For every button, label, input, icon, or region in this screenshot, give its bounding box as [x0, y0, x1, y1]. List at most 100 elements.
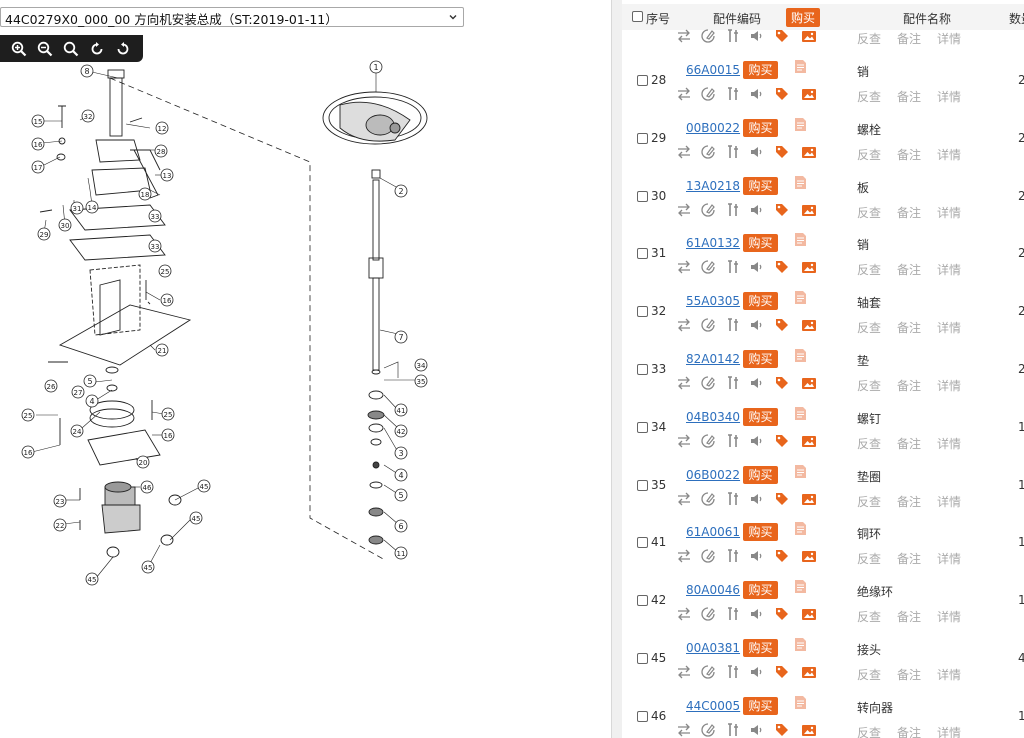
note-link[interactable]: 备注: [897, 666, 921, 683]
callout-5[interactable]: 5: [83, 374, 97, 388]
callout-46[interactable]: 46: [140, 480, 154, 494]
buy-button[interactable]: 购买: [743, 292, 778, 311]
row-checkbox[interactable]: [637, 653, 648, 664]
callout-45[interactable]: 45: [141, 560, 155, 574]
tag-icon[interactable]: [774, 548, 790, 564]
note-link[interactable]: 备注: [897, 435, 921, 452]
callout-17[interactable]: 17: [31, 160, 45, 174]
callout-6[interactable]: 6: [394, 519, 408, 533]
swap-icon[interactable]: [676, 86, 692, 102]
callout-28[interactable]: 28: [154, 144, 168, 158]
swap-icon[interactable]: [676, 548, 692, 564]
swap-icon[interactable]: [676, 259, 692, 275]
buy-button[interactable]: 购买: [743, 350, 778, 368]
speaker-icon[interactable]: [748, 259, 764, 275]
reverse-lookup-link[interactable]: 反查: [857, 724, 881, 738]
edit-icon[interactable]: [700, 28, 716, 44]
callout-3[interactable]: 3: [394, 446, 408, 460]
edit-icon[interactable]: [700, 144, 716, 160]
document-icon[interactable]: [794, 521, 807, 536]
note-link[interactable]: 备注: [897, 146, 921, 163]
buy-button[interactable]: 购买: [743, 523, 778, 542]
part-code-link[interactable]: 61A0061: [686, 525, 740, 539]
tag-icon[interactable]: [774, 606, 790, 622]
row-checkbox[interactable]: [637, 421, 648, 433]
image-icon[interactable]: [801, 548, 817, 564]
detail-link[interactable]: 详情: [937, 550, 961, 567]
tools-icon[interactable]: [726, 433, 742, 449]
callout-4[interactable]: 4: [394, 468, 408, 482]
part-code-link[interactable]: 44C0005: [686, 699, 740, 713]
detail-link[interactable]: 详情: [937, 377, 961, 394]
edit-icon[interactable]: [700, 259, 716, 275]
swap-icon[interactable]: [676, 664, 692, 680]
document-icon[interactable]: [794, 290, 807, 305]
callout-20[interactable]: 20: [136, 455, 150, 469]
tag-icon[interactable]: [774, 433, 790, 449]
part-code-link[interactable]: 00A0381: [686, 641, 740, 655]
reverse-lookup-link[interactable]: 反查: [857, 30, 881, 47]
tag-icon[interactable]: [774, 491, 790, 507]
detail-link[interactable]: 详情: [937, 319, 961, 336]
tag-icon[interactable]: [774, 144, 790, 160]
swap-icon[interactable]: [676, 202, 692, 218]
tools-icon[interactable]: [726, 28, 742, 44]
part-code-link[interactable]: 61A0132: [686, 236, 740, 250]
reverse-lookup-link[interactable]: 反查: [857, 435, 881, 452]
speaker-icon[interactable]: [748, 548, 764, 564]
tools-icon[interactable]: [726, 86, 742, 102]
speaker-icon[interactable]: [748, 664, 764, 680]
callout-29[interactable]: 29: [37, 227, 51, 241]
callout-14[interactable]: 14: [85, 200, 99, 214]
note-link[interactable]: 备注: [897, 204, 921, 221]
callout-25[interactable]: 25: [161, 407, 175, 421]
callout-31[interactable]: 31: [70, 201, 84, 215]
swap-icon[interactable]: [676, 375, 692, 391]
document-icon[interactable]: [794, 175, 807, 190]
search-icon[interactable]: [62, 40, 80, 58]
row-checkbox[interactable]: [637, 75, 648, 86]
document-icon[interactable]: [794, 117, 807, 132]
callout-2[interactable]: 2: [394, 184, 408, 198]
part-code-link[interactable]: 55A0305: [686, 294, 740, 308]
callout-16[interactable]: 16: [31, 137, 45, 151]
speaker-icon[interactable]: [748, 722, 764, 738]
speaker-icon[interactable]: [748, 202, 764, 218]
callout-12[interactable]: 12: [155, 121, 169, 135]
swap-icon[interactable]: [676, 28, 692, 44]
tools-icon[interactable]: [726, 144, 742, 160]
tag-icon[interactable]: [774, 259, 790, 275]
callout-24[interactable]: 24: [70, 424, 84, 438]
edit-icon[interactable]: [700, 664, 716, 680]
buy-button[interactable]: 购买: [743, 61, 778, 79]
tag-icon[interactable]: [774, 722, 790, 738]
buy-button[interactable]: 购买: [743, 696, 778, 715]
reverse-lookup-link[interactable]: 反查: [857, 146, 881, 163]
document-icon[interactable]: [794, 695, 807, 710]
detail-link[interactable]: 详情: [937, 261, 961, 278]
edit-icon[interactable]: [700, 606, 716, 622]
exploded-view-diagram[interactable]: 1234567811121314151718202122232426272829…: [0, 60, 612, 738]
edit-icon[interactable]: [700, 317, 716, 333]
detail-link[interactable]: 详情: [937, 204, 961, 221]
note-link[interactable]: 备注: [897, 724, 921, 738]
rotate-cw-icon[interactable]: [88, 40, 106, 58]
tag-icon[interactable]: [774, 664, 790, 680]
callout-45[interactable]: 45: [85, 572, 99, 586]
image-icon[interactable]: [801, 664, 817, 680]
note-link[interactable]: 备注: [897, 377, 921, 394]
part-code-link[interactable]: 80A0046: [686, 583, 740, 597]
callout-26[interactable]: 26: [44, 379, 58, 393]
part-code-link[interactable]: 66A0015: [686, 63, 740, 77]
document-icon[interactable]: [794, 406, 807, 421]
detail-link[interactable]: 详情: [937, 435, 961, 452]
image-icon[interactable]: [801, 722, 817, 738]
image-icon[interactable]: [801, 317, 817, 333]
speaker-icon[interactable]: [748, 317, 764, 333]
reverse-lookup-link[interactable]: 反查: [857, 666, 881, 683]
buy-button[interactable]: 购买: [743, 176, 778, 195]
callout-27[interactable]: 27: [71, 385, 85, 399]
detail-link[interactable]: 详情: [937, 666, 961, 683]
callout-45[interactable]: 45: [189, 511, 203, 525]
note-link[interactable]: 备注: [897, 261, 921, 278]
